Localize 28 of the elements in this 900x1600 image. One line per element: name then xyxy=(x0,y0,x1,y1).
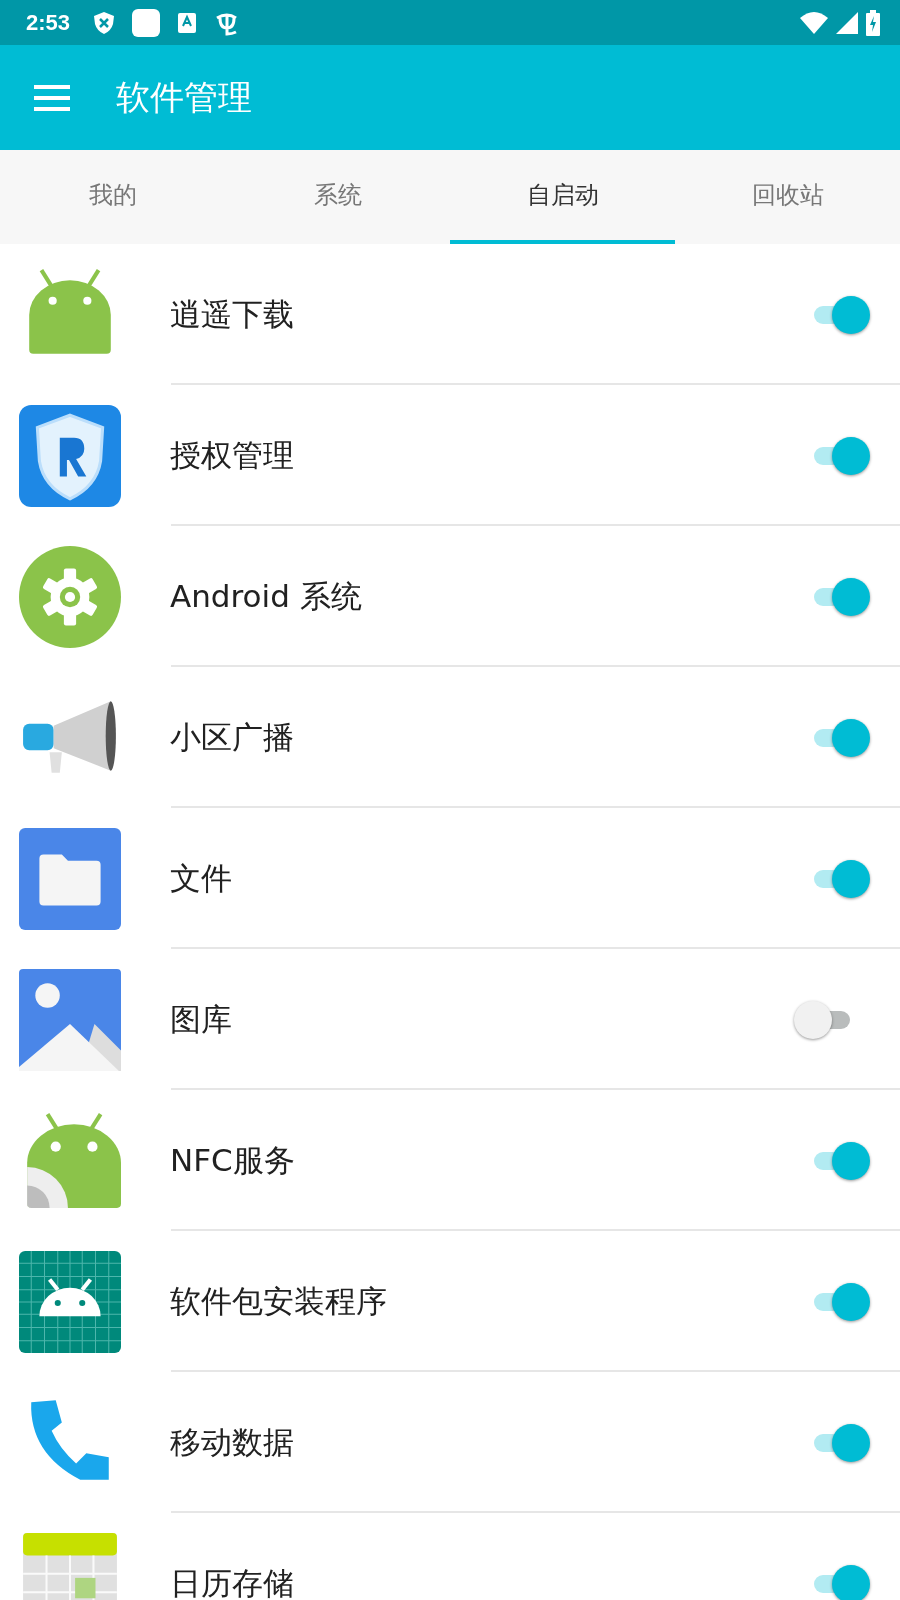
app-name: NFC服务 xyxy=(170,1140,296,1180)
app-bar-title: 软件管理 xyxy=(116,75,252,119)
app-name: 逍遥下载 xyxy=(170,294,295,334)
wifi-icon xyxy=(800,11,828,34)
tab[interactable]: 自启动 xyxy=(450,150,675,244)
square-icon xyxy=(132,8,161,37)
app-name: 日历存储 xyxy=(170,1563,295,1600)
android-installer-icon xyxy=(19,1250,121,1353)
shield-icon xyxy=(19,404,121,507)
battery-icon xyxy=(866,9,880,36)
folder-icon xyxy=(19,827,121,930)
tab[interactable]: 系统 xyxy=(225,150,450,244)
shield-icon xyxy=(94,11,115,34)
tab[interactable]: 回收站 xyxy=(675,150,900,244)
app-name: 软件包安装程序 xyxy=(170,1281,388,1321)
tab[interactable]: 我的 xyxy=(0,150,225,244)
clock: 2:53 xyxy=(26,9,71,36)
keyboard-icon xyxy=(178,12,197,33)
app-name: 小区广播 xyxy=(170,717,295,757)
app-name: 文件 xyxy=(170,858,233,898)
signal-icon xyxy=(836,11,858,34)
app-name: Android 系统 xyxy=(170,576,363,616)
menu-button[interactable] xyxy=(34,84,70,111)
gear-icon xyxy=(19,545,121,648)
app-name: 图库 xyxy=(170,999,233,1039)
app-name: 授权管理 xyxy=(170,435,295,475)
gallery-icon xyxy=(19,968,121,1071)
app-name: 移动数据 xyxy=(170,1422,295,1462)
